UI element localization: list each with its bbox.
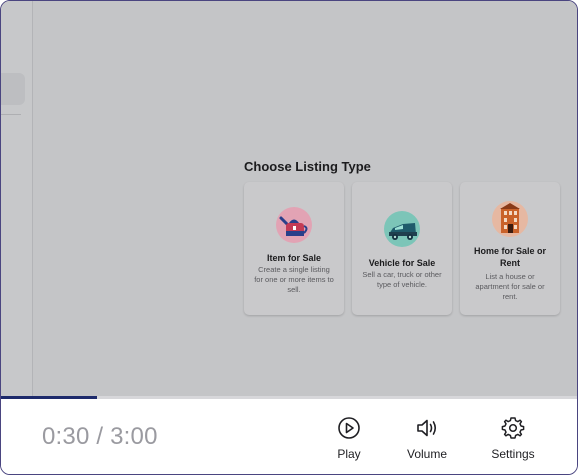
player-controls: 0:30 / 3:00 Play Volume Settings [1, 399, 577, 474]
listing-card-title: Vehicle for Sale [368, 258, 436, 268]
video-player: Choose Listing Type Item for Sale Create… [0, 0, 578, 475]
listing-card-description: List a house or apartment for sale or re… [475, 272, 545, 301]
listing-card-vehicle-for-sale: Vehicle for Sale Sell a car, truck or ot… [352, 182, 452, 315]
time-display: 0:30 / 3:00 [42, 423, 158, 450]
play-label: Play [337, 447, 361, 461]
speaker-icon [417, 419, 437, 437]
gear-icon [501, 417, 525, 439]
sidebar-item-selected [1, 73, 25, 105]
play-button[interactable]: Play [317, 415, 381, 465]
car-icon [384, 211, 420, 247]
sidebar-divider [1, 114, 21, 115]
listing-card-description: Sell a car, truck or other type of vehic… [362, 270, 442, 289]
listing-card-description: Create a single listing for one or more … [254, 265, 334, 294]
video-frame[interactable]: Choose Listing Type Item for Sale Create… [1, 1, 577, 396]
listing-card-title: Item for Sale [266, 253, 322, 263]
sidebar [1, 1, 33, 396]
settings-button[interactable]: Settings [481, 415, 545, 465]
listing-card-title: Home for Sale or Rent [473, 246, 547, 268]
play-icon [338, 417, 360, 439]
volume-label: Volume [406, 447, 448, 461]
house-icon [492, 201, 528, 237]
listing-type-heading: Choose Listing Type [244, 159, 371, 174]
teapot-icon [276, 207, 312, 243]
listing-card-item-for-sale: Item for Sale Create a single listing fo… [244, 182, 344, 315]
settings-label: Settings [491, 447, 535, 461]
listing-card-home-for-sale-or-rent: Home for Sale or Rent List a house or ap… [460, 182, 560, 315]
volume-button[interactable]: Volume [395, 415, 459, 465]
